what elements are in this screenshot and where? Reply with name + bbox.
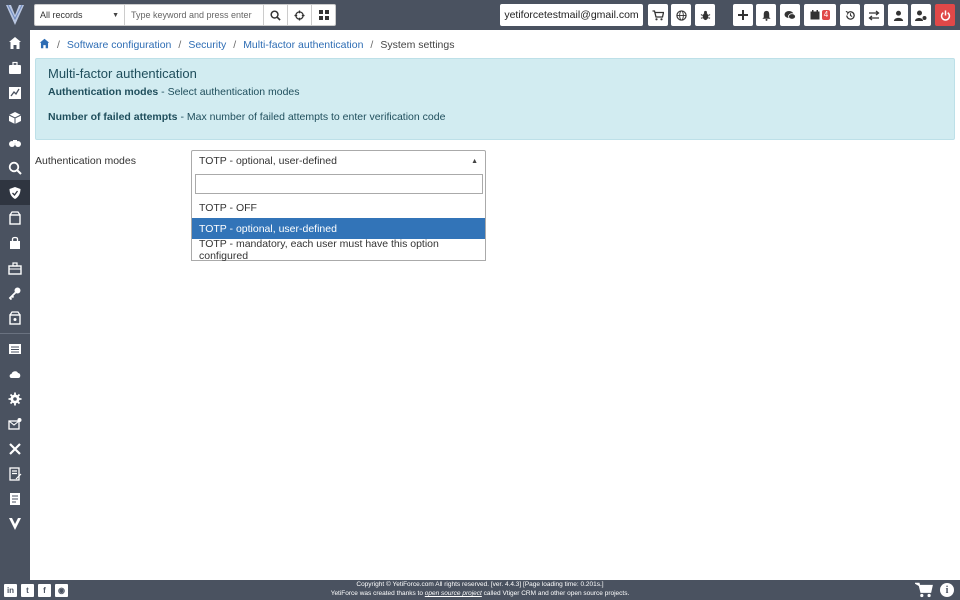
mail-account-button[interactable]: yetiforcetestmail@gmail.com (500, 4, 643, 26)
breadcrumb: / Software configuration / Security / Mu… (39, 38, 454, 52)
search-input[interactable]: Type keyword and press enter (125, 4, 264, 26)
calendar-icon (810, 10, 820, 20)
top-bar: All records ▼ Type keyword and press ent… (30, 0, 960, 30)
logout-button[interactable] (935, 4, 955, 26)
report-bug-button[interactable] (695, 4, 715, 26)
breadcrumb-separator: / (233, 39, 237, 51)
cloud-icon[interactable] (0, 361, 30, 386)
chart-icon[interactable] (0, 80, 30, 105)
switch-button[interactable] (864, 4, 884, 26)
auth-modes-label: Authentication modes (35, 155, 136, 167)
chat-button[interactable] (780, 4, 800, 26)
crosshair-icon (294, 9, 305, 21)
search-icon (270, 9, 281, 21)
yetiforce-small-icon[interactable] (0, 511, 30, 536)
quick-create-button[interactable] (733, 4, 753, 26)
footer: in t f ◉ Copyright © YetiForce.com All r… (0, 580, 960, 600)
bell-icon (761, 10, 771, 21)
breadcrumb-separator: / (370, 39, 374, 51)
caret-up-icon: ▲ (471, 157, 478, 165)
shop-cart-icon[interactable] (913, 582, 933, 600)
breadcrumb-software-configuration[interactable]: Software configuration (67, 39, 171, 51)
grid-icon (318, 10, 329, 20)
footer-credits-a: YetiForce was created thanks to (330, 590, 425, 597)
comments-icon (784, 10, 796, 20)
user-button[interactable] (888, 4, 908, 26)
auth-modes-dropdown: TOTP - OFF TOTP - optional, user-defined… (191, 171, 486, 262)
calendar-reminders-button[interactable]: 4 (804, 4, 836, 26)
cogs-icon[interactable] (0, 386, 30, 411)
sidebar (0, 0, 30, 580)
tools-icon[interactable] (0, 436, 30, 461)
breadcrumb-security[interactable]: Security (188, 39, 226, 51)
module-select-value: All records (40, 10, 83, 20)
list-icon[interactable] (0, 336, 30, 361)
box-config-icon[interactable] (0, 305, 30, 330)
lock-case-icon[interactable] (0, 230, 30, 255)
cube-icon[interactable] (0, 105, 30, 130)
cart-icon (652, 9, 664, 20)
option-totp-mandatory[interactable]: TOTP - mandatory, each user must have th… (192, 238, 485, 262)
footer-credits: YetiForce was created thanks to open sou… (0, 590, 960, 597)
shield-icon[interactable] (0, 180, 30, 205)
option-totp-optional[interactable]: TOTP - optional, user-defined (192, 218, 485, 239)
auth-modes-select[interactable]: TOTP - optional, user-defined ▲ (191, 150, 486, 172)
info-row-auth-modes: Authentication modes - Select authentica… (48, 86, 942, 98)
history-icon (845, 10, 855, 20)
binoculars-icon[interactable] (0, 130, 30, 155)
package-icon[interactable] (0, 205, 30, 230)
page-title: Multi-factor authentication (48, 66, 197, 81)
language-button[interactable] (671, 4, 691, 26)
home-breadcrumb-icon[interactable] (39, 38, 50, 52)
document-edit-icon[interactable] (0, 461, 30, 486)
mail-config-icon[interactable] (0, 411, 30, 436)
mail-account-label: yetiforcetestmail@gmail.com (504, 9, 639, 21)
open-source-project-link[interactable]: open source project (425, 590, 482, 597)
info-row-failed-attempts-desc: - Max number of failed attempts to enter… (177, 111, 446, 123)
globe-icon (675, 9, 687, 21)
user-settings-button[interactable] (911, 4, 931, 26)
document-list-icon[interactable] (0, 486, 30, 511)
info-row-failed-attempts-term: Number of failed attempts (48, 111, 178, 123)
info-icon[interactable]: i (940, 583, 954, 597)
footer-copyright: Copyright © YetiForce.com All rights res… (356, 581, 604, 588)
breadcrumb-multi-factor-authentication[interactable]: Multi-factor authentication (243, 39, 363, 51)
search-grid-button[interactable] (312, 4, 336, 26)
power-icon (940, 9, 950, 21)
cart-button[interactable] (648, 4, 668, 26)
user-icon (893, 10, 903, 21)
footer-credits-b: called Vtiger CRM and other open source … (481, 590, 630, 597)
search-placeholder: Type keyword and press enter (131, 10, 252, 20)
exchange-icon (868, 9, 880, 21)
search-button[interactable] (264, 4, 288, 26)
calendar-badge: 4 (821, 10, 831, 20)
breadcrumb-separator: / (178, 39, 182, 51)
info-row-auth-modes-desc: - Select authentication modes (158, 86, 300, 98)
global-search: All records ▼ Type keyword and press ent… (34, 4, 336, 26)
notifications-button[interactable] (756, 4, 776, 26)
briefcase-icon[interactable] (0, 55, 30, 80)
info-row-auth-modes-term: Authentication modes (48, 86, 159, 98)
breadcrumb-separator: / (57, 39, 60, 51)
plus-icon (738, 10, 748, 20)
advanced-search-button[interactable] (288, 4, 312, 26)
auth-modes-select-value: TOTP - optional, user-defined (199, 155, 337, 167)
home-icon[interactable] (0, 30, 30, 55)
user-cog-icon (915, 10, 927, 21)
module-select[interactable]: All records ▼ (34, 4, 125, 26)
history-button[interactable] (840, 4, 860, 26)
search-log-icon[interactable] (0, 155, 30, 180)
toolbox-icon[interactable] (0, 255, 30, 280)
bug-icon (700, 10, 710, 20)
key-icon[interactable] (0, 280, 30, 305)
dropdown-search-input[interactable] (195, 174, 483, 194)
info-panel: Multi-factor authentication Authenticati… (35, 58, 955, 140)
info-row-failed-attempts: Number of failed attempts - Max number o… (48, 111, 942, 123)
yetiforce-logo-icon[interactable] (0, 0, 30, 30)
option-totp-off[interactable]: TOTP - OFF (192, 197, 485, 218)
breadcrumb-current: System settings (380, 39, 455, 51)
chevron-down-icon: ▼ (112, 11, 119, 19)
